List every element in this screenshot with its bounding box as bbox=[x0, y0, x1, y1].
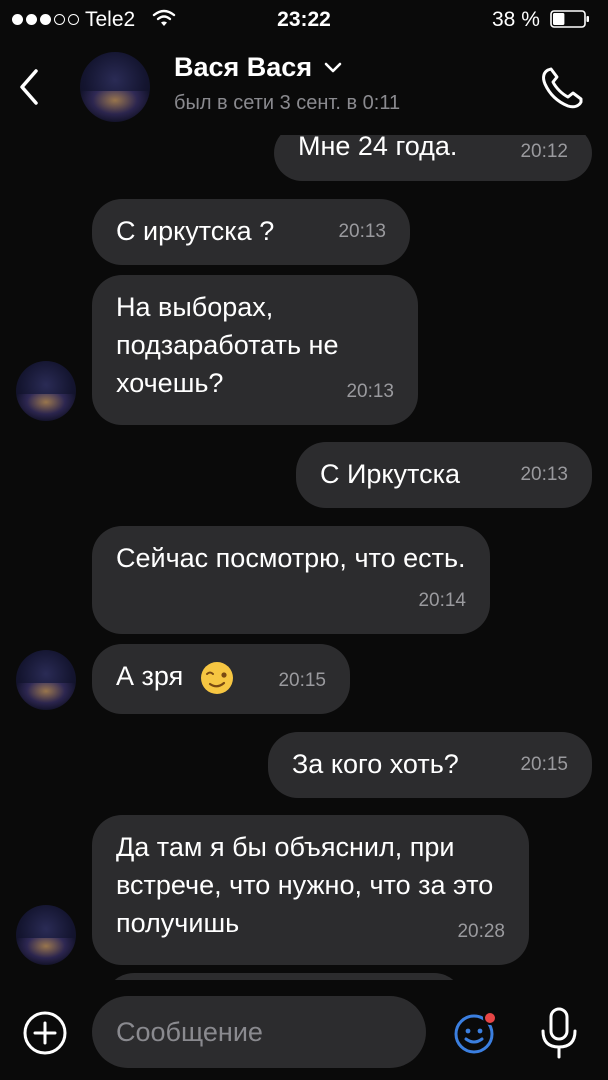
message-bubble-in[interactable]: Сейчас посмотрю, что есть. 20:14 bbox=[92, 526, 490, 634]
message-text: С иркутска ? bbox=[116, 216, 275, 246]
message-text: На выборах, подзаработать не хочешь? bbox=[116, 292, 339, 398]
message-bubble-in[interactable]: Да там я бы объяснил, при встрече, что н… bbox=[92, 815, 529, 965]
contact-name[interactable]: Вася Вася bbox=[174, 52, 342, 83]
microphone-icon[interactable] bbox=[538, 1006, 580, 1060]
chevron-left-icon[interactable] bbox=[14, 65, 44, 109]
message-text: Мне 24 года. bbox=[298, 135, 458, 161]
message-bubble-in[interactable]: А зря 20:15 bbox=[92, 644, 350, 714]
battery-icon bbox=[550, 10, 589, 28]
message-text: Да там я бы объяснил, при встрече, что н… bbox=[116, 832, 494, 938]
message-bubble-in[interactable]: С иркутска ? 20:13 bbox=[92, 199, 410, 265]
message-bubble-in[interactable]: На выборах, подзаработать не хочешь? 20:… bbox=[92, 275, 418, 425]
message-time: 20:13 bbox=[346, 381, 394, 402]
message-time: 20:14 bbox=[418, 590, 466, 611]
plus-circle-icon[interactable] bbox=[22, 1010, 68, 1056]
status-bar: Tele2 23:22 38 % bbox=[0, 0, 608, 40]
chat-header: Вася Вася был в сети 3 сент. в 0:11 bbox=[0, 40, 608, 135]
message-input[interactable]: Сообщение bbox=[92, 996, 426, 1068]
sticker-icon[interactable] bbox=[452, 1008, 500, 1056]
contact-name-label: Вася Вася bbox=[174, 52, 313, 82]
message-input-placeholder: Сообщение bbox=[116, 1017, 263, 1047]
message-time: 20:28 bbox=[457, 921, 505, 942]
message-composer: Сообщение bbox=[0, 980, 608, 1080]
avatar[interactable] bbox=[16, 361, 76, 421]
winking-face-icon bbox=[200, 661, 233, 694]
message-list[interactable]: Мне 24 года. 20:12 С иркутска ? 20:13 На… bbox=[0, 135, 608, 980]
avatar[interactable] bbox=[16, 650, 76, 710]
avatar[interactable] bbox=[80, 52, 150, 122]
message-time: 20:13 bbox=[520, 464, 568, 485]
message-bubble-in-partial[interactable] bbox=[104, 973, 464, 980]
message-text: А зря bbox=[116, 661, 184, 691]
chevron-down-icon[interactable] bbox=[324, 62, 342, 74]
phone-icon[interactable] bbox=[538, 64, 586, 112]
battery-percent: 38 % bbox=[492, 8, 540, 31]
last-seen-status: был в сети 3 сент. в 0:11 bbox=[174, 92, 401, 114]
message-text: За кого хоть? bbox=[292, 749, 459, 779]
message-bubble-out[interactable]: С Иркутска 20:13 bbox=[296, 442, 592, 508]
avatar[interactable] bbox=[16, 905, 76, 965]
message-text: С Иркутска bbox=[320, 459, 461, 489]
message-bubble-out[interactable]: Мне 24 года. 20:12 bbox=[274, 135, 592, 181]
message-text: Сейчас посмотрю, что есть. bbox=[116, 543, 466, 573]
message-time: 20:13 bbox=[338, 221, 386, 242]
message-bubble-out[interactable]: За кого хоть? 20:15 bbox=[268, 732, 592, 798]
message-time: 20:15 bbox=[278, 670, 326, 691]
message-time: 20:12 bbox=[520, 141, 568, 162]
message-time: 20:15 bbox=[520, 754, 568, 775]
